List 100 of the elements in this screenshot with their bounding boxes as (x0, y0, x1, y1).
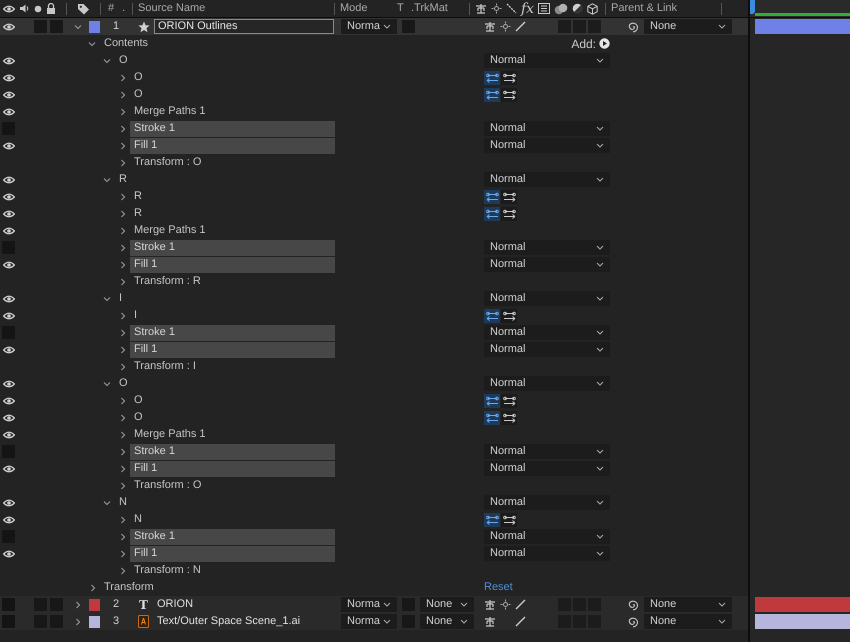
property-name[interactable]: N (130, 511, 142, 528)
eye-icon[interactable] (2, 56, 14, 64)
chevron-right-icon[interactable] (120, 158, 126, 166)
blend-mode-dropdown[interactable]: Normal (484, 461, 610, 476)
reset-link[interactable]: Reset (484, 579, 513, 596)
property-name[interactable]: O (130, 69, 143, 86)
property-name[interactable]: R (130, 188, 142, 205)
sun-icon[interactable] (500, 599, 511, 610)
path-direction-button[interactable] (484, 512, 500, 526)
path-direction-button[interactable] (484, 88, 500, 102)
chevron-right-icon[interactable] (120, 516, 126, 524)
blend-mode-dropdown[interactable]: Normal (484, 257, 610, 272)
chevron-right-icon[interactable] (120, 448, 126, 456)
eye-icon[interactable] (2, 22, 14, 30)
eye-icon[interactable] (2, 464, 14, 472)
property-name[interactable]: Merge Paths 1 (130, 222, 206, 239)
property-name[interactable]: O (130, 86, 143, 103)
property-name[interactable]: Transform : N (130, 562, 201, 579)
solo-toggle[interactable] (34, 20, 47, 33)
path-direction-button[interactable] (501, 190, 517, 204)
blend-mode-dropdown[interactable]: Normal (484, 325, 610, 340)
path-direction-button[interactable] (501, 394, 517, 408)
chevron-right-icon[interactable] (120, 74, 126, 82)
shy-icon[interactable] (484, 21, 496, 32)
eye-icon[interactable] (2, 516, 14, 524)
eye-icon[interactable] (2, 312, 14, 320)
blend-mode-dropdown[interactable]: Normal (484, 529, 610, 544)
chevron-right-icon[interactable] (120, 328, 126, 336)
chevron-right-icon[interactable] (120, 192, 126, 200)
path-direction-button[interactable] (484, 70, 500, 84)
chevron-down-icon[interactable] (103, 176, 111, 182)
path-direction-button[interactable] (501, 512, 517, 526)
blend-mode-dropdown[interactable]: Normal (484, 546, 610, 561)
blend-mode-dropdown[interactable]: Normal (484, 342, 610, 357)
property-name[interactable]: Transform : O (130, 477, 202, 494)
eye-icon[interactable] (2, 176, 14, 184)
blend-mode-dropdown[interactable]: Normal (484, 138, 610, 153)
property-name[interactable]: R (115, 171, 127, 188)
eye-icon[interactable] (2, 260, 14, 268)
preserve-transparency-toggle[interactable] (402, 20, 415, 33)
blend-mode-dropdown[interactable]: Normal (484, 172, 610, 187)
slash-icon[interactable] (515, 616, 526, 627)
chevron-right-icon[interactable] (120, 430, 126, 438)
parent-dropdown[interactable]: None (644, 19, 732, 34)
property-name[interactable]: O (130, 409, 143, 426)
blend-mode-dropdown[interactable]: Normal (484, 444, 610, 459)
chevron-right-icon[interactable] (120, 210, 126, 218)
chevron-down-icon[interactable] (103, 380, 111, 386)
chevron-right-icon[interactable] (75, 618, 81, 626)
chevron-right-icon[interactable] (120, 362, 126, 370)
layer-name[interactable]: ORION (154, 597, 194, 612)
eye-icon[interactable] (2, 550, 14, 558)
eye-icon[interactable] (2, 430, 14, 438)
blend-mode-dropdown[interactable]: Normal (484, 53, 610, 68)
label-swatch[interactable] (88, 598, 100, 610)
property-name[interactable]: Stroke 1 (130, 240, 335, 256)
chevron-right-icon[interactable] (120, 260, 126, 268)
property-name[interactable]: Transform : I (130, 358, 196, 375)
chevron-right-icon[interactable] (75, 600, 81, 608)
path-direction-button[interactable] (484, 410, 500, 424)
property-name[interactable]: O (130, 392, 143, 409)
parent-dropdown[interactable]: None (644, 614, 732, 629)
blend-mode-dropdown[interactable]: Normal (484, 240, 610, 255)
chevron-right-icon[interactable] (120, 124, 126, 132)
property-name[interactable]: Stroke 1 (130, 444, 335, 460)
path-direction-button[interactable] (484, 206, 500, 220)
chevron-down-icon[interactable] (103, 296, 111, 302)
label-swatch[interactable] (88, 20, 100, 32)
path-direction-button[interactable] (484, 190, 500, 204)
track-matte-dropdown[interactable]: None (420, 614, 474, 629)
chevron-right-icon[interactable] (120, 566, 126, 574)
chevron-right-icon[interactable] (120, 532, 126, 540)
eye-icon[interactable] (2, 210, 14, 218)
eye-icon[interactable] (2, 414, 14, 422)
chevron-right-icon[interactable] (120, 396, 126, 404)
eye-icon[interactable] (2, 74, 14, 82)
property-name[interactable]: Fill 1 (130, 460, 335, 476)
property-name[interactable]: Stroke 1 (130, 324, 335, 340)
property-name[interactable]: I (130, 307, 138, 324)
eye-icon[interactable] (2, 90, 14, 98)
property-name[interactable]: Fill 1 (130, 256, 335, 272)
chevron-right-icon[interactable] (120, 142, 126, 150)
chevron-right-icon[interactable] (120, 464, 126, 472)
spiral-icon[interactable] (627, 598, 639, 610)
property-name[interactable]: Fill 1 (130, 138, 335, 154)
property-name[interactable]: N (115, 494, 127, 511)
chevron-right-icon[interactable] (120, 482, 126, 490)
property-name[interactable]: Merge Paths 1 (130, 103, 206, 120)
label-swatch[interactable] (88, 616, 100, 628)
chevron-right-icon[interactable] (120, 414, 126, 422)
eye-icon[interactable] (2, 226, 14, 234)
blend-mode-dropdown[interactable]: Normal (484, 291, 610, 306)
chevron-right-icon[interactable] (120, 226, 126, 234)
path-direction-button[interactable] (501, 70, 517, 84)
spiral-icon[interactable] (627, 616, 639, 628)
layer-name[interactable]: Text/Outer Space Scene_1.ai (154, 614, 300, 629)
blend-mode-dropdown[interactable]: Normal (484, 121, 610, 136)
slash-icon[interactable] (515, 599, 526, 610)
slash-icon[interactable] (515, 21, 526, 32)
property-name[interactable]: Merge Paths 1 (130, 426, 206, 443)
